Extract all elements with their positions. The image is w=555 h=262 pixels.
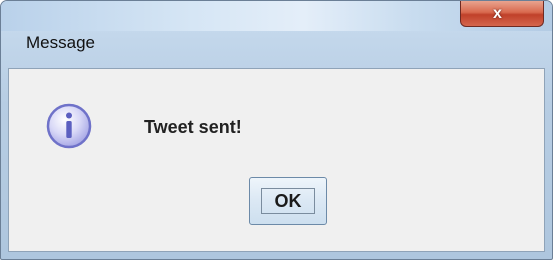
- ok-button[interactable]: OK: [249, 177, 327, 225]
- info-icon: [46, 103, 92, 149]
- close-icon: x: [493, 5, 502, 22]
- close-button[interactable]: x: [460, 1, 544, 27]
- window-title: Message: [26, 33, 95, 52]
- message-text: Tweet sent!: [144, 117, 242, 137]
- ok-button-label: OK: [274, 191, 302, 211]
